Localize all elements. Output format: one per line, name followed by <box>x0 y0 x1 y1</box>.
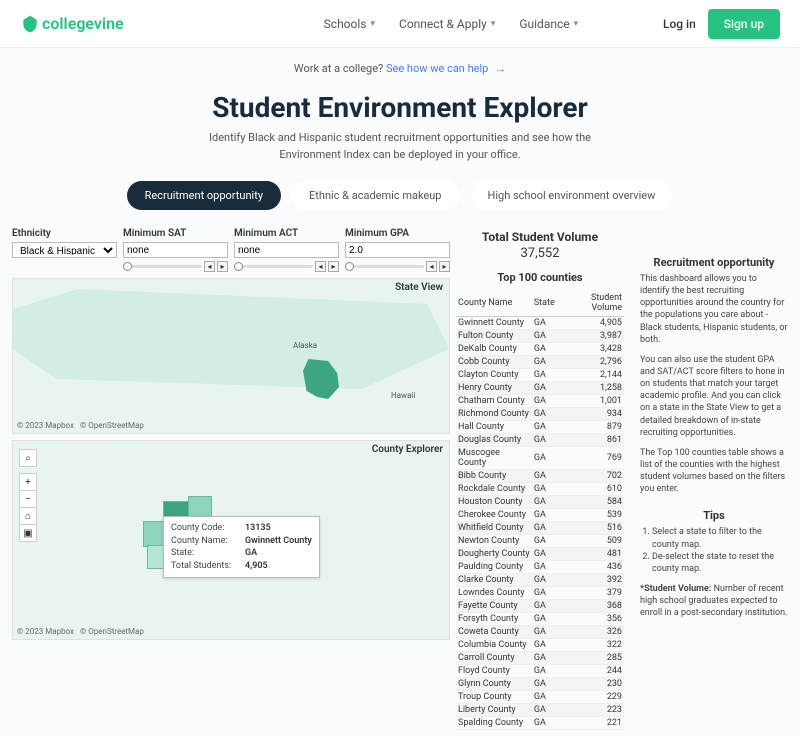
hawaii-inset: Hawaii <box>391 391 415 400</box>
logo[interactable]: collegevine <box>20 14 124 34</box>
chevron-down-icon: ▾ <box>491 19 496 29</box>
map-search-icon[interactable]: ⌕ <box>19 449 37 467</box>
table-row[interactable]: Coweta CountyGA326 <box>456 626 624 639</box>
table-row[interactable]: Spalding CountyGA221 <box>456 717 624 730</box>
chevron-down-icon: ▾ <box>574 19 579 29</box>
info-title: Recruitment opportunity <box>640 256 788 269</box>
table-row[interactable]: Cherokee CountyGA539 <box>456 509 624 522</box>
table-row[interactable]: Fayette CountyGA368 <box>456 600 624 613</box>
nav-connect[interactable]: Connect & Apply▾ <box>399 17 495 31</box>
sat-slider[interactable] <box>123 265 202 268</box>
state-map-attrib: © 2023 Mapbox© OpenStreetMap <box>17 421 150 430</box>
table-row[interactable]: Bibb CountyGA702 <box>456 470 624 483</box>
info-p1: This dashboard allows you to identify th… <box>640 273 788 346</box>
student-volume-def: *Student Volume: Number of recent high s… <box>640 583 788 619</box>
map-layers-icon[interactable]: ▣ <box>19 524 37 542</box>
table-row[interactable]: Glynn CountyGA230 <box>456 678 624 691</box>
tips-list: Select a state to filter to the county m… <box>640 526 788 575</box>
table-row[interactable]: Whitfield CountyGA516 <box>456 522 624 535</box>
tab-overview[interactable]: High school environment overview <box>470 181 674 210</box>
total-volume-value: 37,552 <box>456 246 624 261</box>
table-row[interactable]: Columbia CountyGA322 <box>456 639 624 652</box>
table-row[interactable]: Rockdale CountyGA610 <box>456 483 624 496</box>
county-map[interactable]: County Explorer ⌕ + − ⌂ ▣ County Code:13… <box>12 440 450 640</box>
ethnicity-select[interactable]: Black & Hispanic <box>12 242 117 258</box>
gpa-label: Minimum GPA <box>345 228 450 239</box>
total-volume-label: Total Student Volume <box>456 230 624 244</box>
table-row[interactable]: Clarke CountyGA392 <box>456 574 624 587</box>
table-row[interactable]: Floyd CountyGA244 <box>456 665 624 678</box>
page-title: Student Environment Explorer <box>0 79 800 130</box>
table-row[interactable]: Dougherty CountyGA481 <box>456 548 624 561</box>
table-row[interactable]: Chatham CountyGA1,001 <box>456 395 624 408</box>
table-row[interactable]: Houston CountyGA584 <box>456 496 624 509</box>
map-home-icon[interactable]: ⌂ <box>19 507 37 525</box>
gpa-slider[interactable] <box>345 265 424 268</box>
login-link[interactable]: Log in <box>663 17 696 31</box>
act-label: Minimum ACT <box>234 228 339 239</box>
info-p3: The Top 100 counties table shows a list … <box>640 447 788 496</box>
promo-banner: Work at a college? See how we can help → <box>0 48 800 79</box>
signup-button[interactable]: Sign up <box>708 9 780 39</box>
map-zoom-in[interactable]: + <box>19 473 37 491</box>
act-prev[interactable]: ◂ <box>315 261 326 272</box>
tab-recruitment[interactable]: Recruitment opportunity <box>127 181 281 210</box>
info-p2: You can also use the student GPA and SAT… <box>640 354 788 439</box>
state-map-label: State View <box>395 282 443 293</box>
view-tabs: Recruitment opportunity Ethnic & academi… <box>0 163 800 222</box>
sat-input[interactable] <box>123 242 228 258</box>
ethnicity-label: Ethnicity <box>12 228 117 239</box>
nav-schools[interactable]: Schools▾ <box>324 17 375 31</box>
chevron-down-icon: ▾ <box>370 19 375 29</box>
table-row[interactable]: Gwinnett CountyGA4,905 <box>456 317 624 330</box>
table-row[interactable]: Cobb CountyGA2,796 <box>456 356 624 369</box>
nav-guidance[interactable]: Guidance▾ <box>519 17 578 31</box>
map-zoom-out[interactable]: − <box>19 490 37 508</box>
act-input[interactable] <box>234 242 339 258</box>
logo-text: collegevine <box>42 14 124 33</box>
county-map-label: County Explorer <box>372 444 443 455</box>
sat-next[interactable]: ▸ <box>217 261 228 272</box>
promo-link[interactable]: See how we can help <box>386 62 488 75</box>
county-map-attrib: © 2023 Mapbox© OpenStreetMap <box>17 627 150 636</box>
sat-label: Minimum SAT <box>123 228 228 239</box>
table-row[interactable]: Clayton CountyGA2,144 <box>456 369 624 382</box>
table-row[interactable]: Douglas CountyGA861 <box>456 434 624 447</box>
table-row[interactable]: Fulton CountyGA3,987 <box>456 330 624 343</box>
table-row[interactable]: Carroll CountyGA285 <box>456 652 624 665</box>
table-row[interactable]: Hall CountyGA879 <box>456 421 624 434</box>
gpa-prev[interactable]: ◂ <box>426 261 437 272</box>
tip-1: Select a state to filter to the county m… <box>652 526 788 550</box>
gpa-input[interactable] <box>345 242 450 258</box>
county-tooltip: County Code:13135 County Name:Gwinnett C… <box>163 516 320 578</box>
tips-title: Tips <box>640 509 788 522</box>
act-slider[interactable] <box>234 265 313 268</box>
table-row[interactable]: Troup CountyGA229 <box>456 691 624 704</box>
main-nav: Schools▾ Connect & Apply▾ Guidance▾ <box>324 17 579 31</box>
gpa-next[interactable]: ▸ <box>439 261 450 272</box>
sat-prev[interactable]: ◂ <box>204 261 215 272</box>
table-row[interactable]: Liberty CountyGA223 <box>456 704 624 717</box>
table-row[interactable]: Forsyth CountyGA356 <box>456 613 624 626</box>
counties-title: Top 100 counties <box>456 271 624 284</box>
table-row[interactable]: Henry CountyGA1,258 <box>456 382 624 395</box>
table-row[interactable]: Lowndes CountyGA379 <box>456 587 624 600</box>
act-next[interactable]: ▸ <box>328 261 339 272</box>
tab-ethnic[interactable]: Ethnic & academic makeup <box>291 181 459 210</box>
arrow-right-icon: → <box>495 62 506 75</box>
table-row[interactable]: Newton CountyGA509 <box>456 535 624 548</box>
counties-table: County Name State Student Volume Gwinnet… <box>456 290 624 730</box>
alaska-inset: Alaska <box>293 341 317 350</box>
table-row[interactable]: Muscogee CountyGA769 <box>456 447 624 470</box>
table-row[interactable]: Richmond CountyGA934 <box>456 408 624 421</box>
tip-2: De-select the state to reset the county … <box>652 551 788 575</box>
page-subtitle: Identify Black and Hispanic student recr… <box>190 130 610 163</box>
table-row[interactable]: Paulding CountyGA436 <box>456 561 624 574</box>
table-row[interactable]: DeKalb CountyGA3,428 <box>456 343 624 356</box>
state-map[interactable]: State View Alaska Hawaii © 2023 Mapbox© … <box>12 278 450 434</box>
